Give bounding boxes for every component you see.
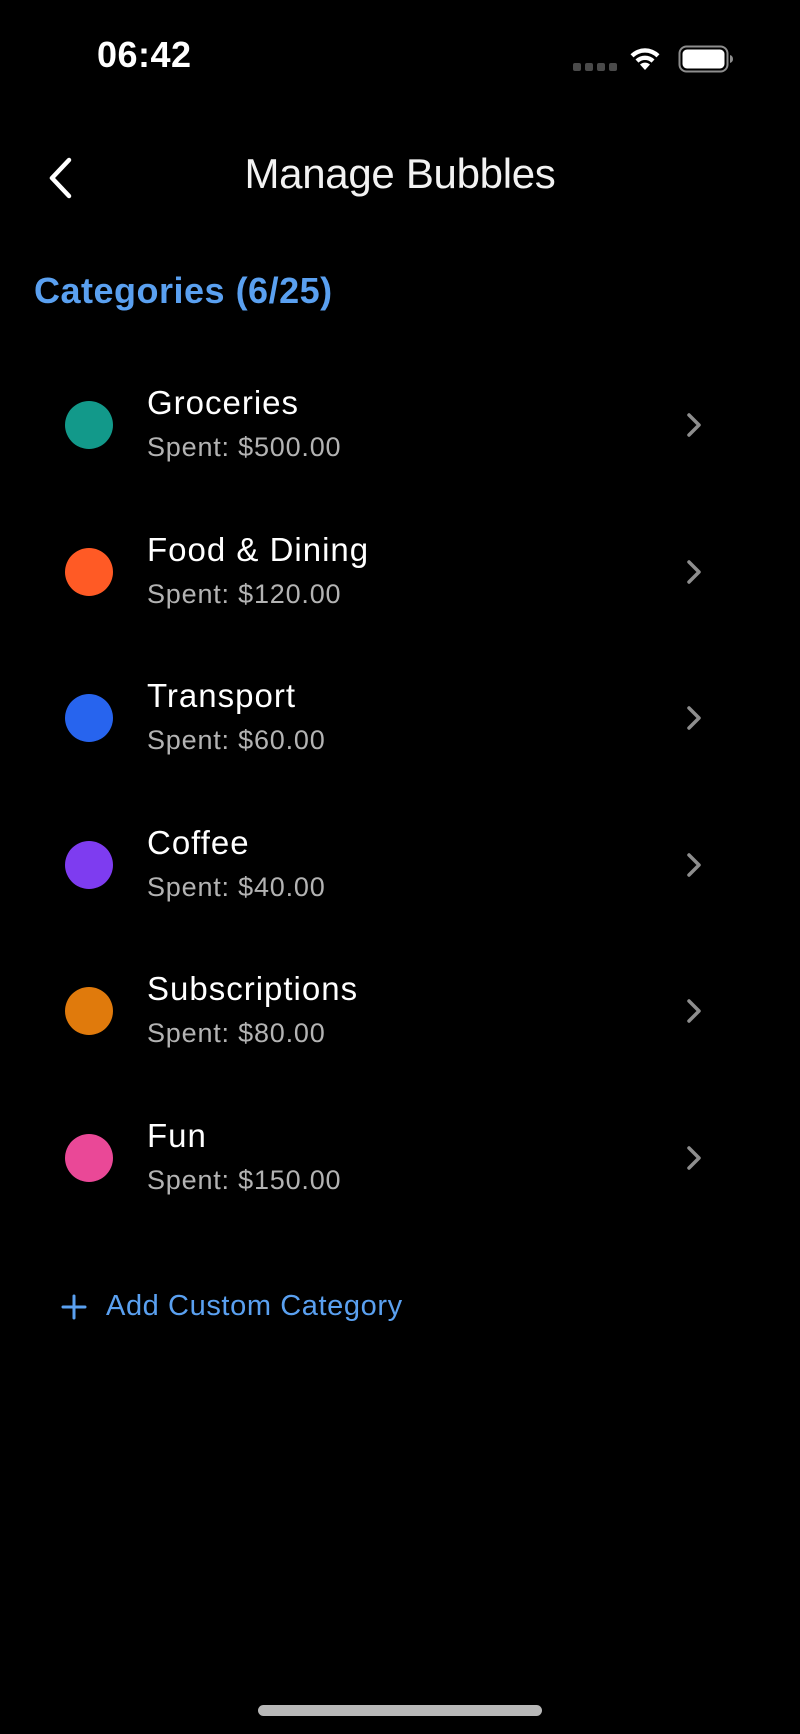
chevron-right-icon	[687, 706, 701, 730]
back-button[interactable]	[36, 150, 84, 206]
status-bar: 06:42	[0, 0, 800, 120]
category-name: Coffee	[147, 823, 250, 861]
category-name: Transport	[147, 677, 296, 715]
category-color-dot	[65, 987, 113, 1036]
add-custom-category-label: Add Custom Category	[106, 1290, 403, 1322]
category-spent: Spent: $500.00	[147, 432, 342, 462]
category-color-dot	[65, 840, 113, 889]
chevron-right-icon	[687, 413, 701, 437]
category-spent: Spent: $60.00	[147, 725, 326, 756]
chevron-right-icon	[687, 999, 701, 1024]
category-color-dot	[65, 694, 113, 743]
category-row-subscriptions[interactable]: Subscriptions Spent: $80.00	[0, 938, 800, 1085]
category-spent: Spent: $120.00	[147, 578, 342, 609]
navigation-bar: Manage Bubbles	[0, 140, 800, 216]
chevron-right-icon	[687, 559, 701, 584]
category-spent: Spent: $80.00	[147, 1018, 326, 1049]
page-title: Manage Bubbles	[244, 150, 556, 197]
chevron-left-icon	[49, 157, 72, 199]
category-name: Groceries	[147, 384, 300, 421]
category-row-transport[interactable]: Transport Spent: $60.00	[0, 645, 800, 792]
category-color-dot	[65, 547, 113, 596]
category-row-fun[interactable]: Fun Spent: $150.00	[0, 1085, 800, 1232]
battery-icon	[678, 45, 733, 73]
category-spent: Spent: $150.00	[147, 1164, 342, 1195]
category-name: Fun	[147, 1116, 207, 1154]
chevron-right-icon	[687, 853, 701, 877]
cellular-signal-icon	[573, 63, 617, 71]
category-color-dot	[65, 401, 113, 449]
plus-icon	[61, 1294, 87, 1319]
section-heading: Categories (6/25)	[34, 270, 333, 311]
category-color-dot	[65, 1133, 113, 1182]
status-time: 06:42	[97, 34, 192, 75]
category-name: Subscriptions	[147, 970, 359, 1008]
category-row-groceries[interactable]: Groceries Spent: $500.00	[0, 352, 800, 499]
chevron-right-icon	[687, 1146, 701, 1170]
category-row-coffee[interactable]: Coffee Spent: $40.00	[0, 792, 800, 939]
wifi-icon	[630, 48, 660, 70]
category-name: Food & Dining	[147, 530, 370, 568]
category-spent: Spent: $40.00	[147, 871, 326, 902]
add-custom-category-button[interactable]: Add Custom Category	[60, 1290, 403, 1323]
category-list: Groceries Spent: $500.00 Food & Dining S…	[0, 352, 800, 1232]
category-row-food-dining[interactable]: Food & Dining Spent: $120.00	[0, 499, 800, 646]
home-indicator	[258, 1705, 542, 1716]
